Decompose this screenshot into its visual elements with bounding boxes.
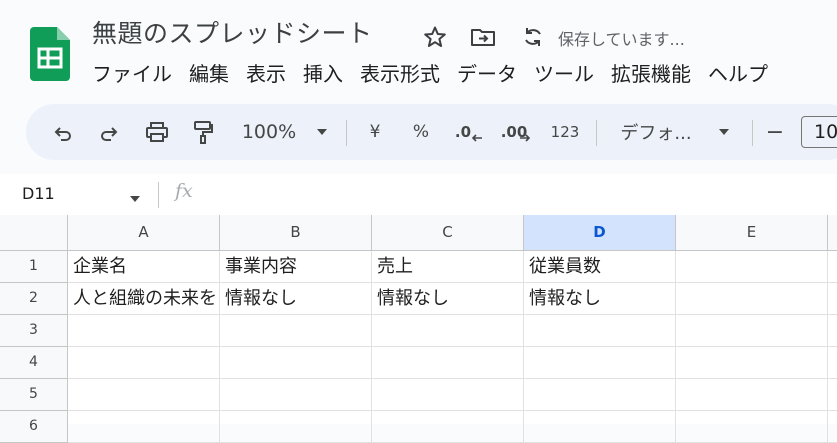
print-icon[interactable]: [140, 104, 174, 160]
menu-help[interactable]: ヘルプ: [708, 59, 768, 89]
column-header-e[interactable]: E: [676, 215, 828, 251]
cell-c1[interactable]: 売上: [372, 251, 524, 283]
cell-e1[interactable]: [676, 251, 828, 283]
cell-d4[interactable]: [524, 347, 676, 379]
cell-e4[interactable]: [676, 347, 828, 379]
column-header-c[interactable]: C: [372, 215, 524, 251]
toolbar-divider: [346, 120, 347, 146]
sheets-logo-icon[interactable]: [30, 27, 70, 81]
cell-extra-3[interactable]: [828, 315, 837, 347]
font-size-field[interactable]: 10: [799, 104, 837, 160]
cell-b1[interactable]: 事業内容: [220, 251, 372, 283]
cell-c6[interactable]: [372, 411, 524, 443]
cell-e5[interactable]: [676, 379, 828, 411]
cell-b2[interactable]: 情報なし: [220, 283, 372, 315]
cell-b4[interactable]: [220, 347, 372, 379]
cell-extra-6[interactable]: [828, 411, 837, 443]
cell-e3[interactable]: [676, 315, 828, 347]
formula-bar: [0, 174, 837, 215]
row-header-6[interactable]: 6: [0, 411, 68, 443]
cell-b6[interactable]: [220, 411, 372, 443]
cell-e2[interactable]: [676, 283, 828, 315]
cell-b3[interactable]: [220, 315, 372, 347]
toolbar: 100% ¥ % .0 .00 123 デフォ... − 10: [26, 104, 837, 160]
cell-b5[interactable]: [220, 379, 372, 411]
row-header-3[interactable]: 3: [0, 315, 68, 347]
cell-extra-1[interactable]: [828, 251, 837, 283]
cell-d2[interactable]: 情報なし: [524, 283, 676, 315]
number-format-button[interactable]: 123: [546, 104, 584, 160]
cell-a1[interactable]: 企業名: [68, 251, 220, 283]
increase-decimal-button[interactable]: .00: [498, 104, 534, 160]
menu-view[interactable]: 表示: [246, 59, 286, 89]
menu-extensions[interactable]: 拡張機能: [611, 59, 691, 89]
cell-c2[interactable]: 情報なし: [372, 283, 524, 315]
column-header-d[interactable]: D: [524, 215, 676, 251]
select-all-corner[interactable]: [0, 215, 68, 251]
row-header-2[interactable]: 2: [0, 283, 68, 315]
name-box-dropdown-icon[interactable]: [129, 188, 141, 207]
column-header-a[interactable]: A: [68, 215, 220, 251]
menu-edit[interactable]: 編集: [189, 59, 229, 89]
font-size-value: 10: [801, 116, 837, 148]
cell-extra-5[interactable]: [828, 379, 837, 411]
menu-format[interactable]: 表示形式: [360, 59, 440, 89]
zoom-value[interactable]: 100%: [236, 104, 302, 160]
cell-c4[interactable]: [372, 347, 524, 379]
cell-a2[interactable]: 人と組織の未来を: [68, 283, 220, 315]
cell-extra-4[interactable]: [828, 347, 837, 379]
cell-e6[interactable]: [676, 411, 828, 443]
decrease-decimal-button[interactable]: .0: [452, 104, 486, 160]
cell-d5[interactable]: [524, 379, 676, 411]
cell-c3[interactable]: [372, 315, 524, 347]
arrow-left-icon: [471, 134, 483, 142]
move-to-folder-icon[interactable]: [470, 24, 496, 50]
star-icon[interactable]: [422, 24, 448, 50]
formula-bar-divider: [158, 182, 159, 208]
font-dropdown-icon[interactable]: [714, 104, 734, 160]
toolbar-divider: [596, 120, 597, 146]
zoom-dropdown-icon[interactable]: [312, 104, 332, 160]
menu-data[interactable]: データ: [457, 59, 517, 89]
cell-d6[interactable]: [524, 411, 676, 443]
paint-format-icon[interactable]: [186, 104, 220, 160]
row-header-5[interactable]: 5: [0, 379, 68, 411]
percent-format-button[interactable]: %: [406, 104, 436, 160]
decrease-decimal-label: .0: [454, 123, 472, 141]
undo-icon[interactable]: [48, 104, 78, 160]
menu-insert[interactable]: 挿入: [303, 59, 343, 89]
spreadsheet-grid: A B C D E 1 企業名 事業内容 売上 従業員数 2 人と組織の未来を 情報なし 情報なし 情報なし…: [0, 215, 837, 443]
row-header-1[interactable]: 1: [0, 251, 68, 283]
name-box[interactable]: D11: [22, 184, 55, 203]
menu-bar: ファイル 編集 表示 挿入 表示形式 データ ツール 拡張機能 ヘルプ: [92, 59, 785, 89]
currency-format-button[interactable]: ¥: [362, 104, 388, 160]
redo-icon[interactable]: [94, 104, 124, 160]
save-status: 保存しています...: [558, 30, 685, 49]
menu-file[interactable]: ファイル: [92, 59, 172, 89]
cell-a6[interactable]: [68, 411, 220, 443]
sync-icon[interactable]: [520, 24, 546, 50]
document-title[interactable]: 無題のスプレッドシート: [92, 14, 373, 50]
cell-a3[interactable]: [68, 315, 220, 347]
column-header-b[interactable]: B: [220, 215, 372, 251]
decrease-font-size-button[interactable]: −: [762, 104, 788, 160]
cell-a5[interactable]: [68, 379, 220, 411]
toolbar-divider: [752, 120, 753, 146]
cell-d1[interactable]: 従業員数: [524, 251, 676, 283]
menu-tools[interactable]: ツール: [534, 59, 594, 89]
cell-c5[interactable]: [372, 379, 524, 411]
arrow-right-icon: [520, 134, 531, 142]
cell-extra-2[interactable]: [828, 283, 837, 315]
font-select[interactable]: デフォ...: [612, 104, 700, 160]
cell-a4[interactable]: [68, 347, 220, 379]
row-header-4[interactable]: 4: [0, 347, 68, 379]
fx-icon: fx: [175, 180, 193, 202]
column-header-extra[interactable]: [828, 215, 837, 251]
cell-d3[interactable]: [524, 315, 676, 347]
